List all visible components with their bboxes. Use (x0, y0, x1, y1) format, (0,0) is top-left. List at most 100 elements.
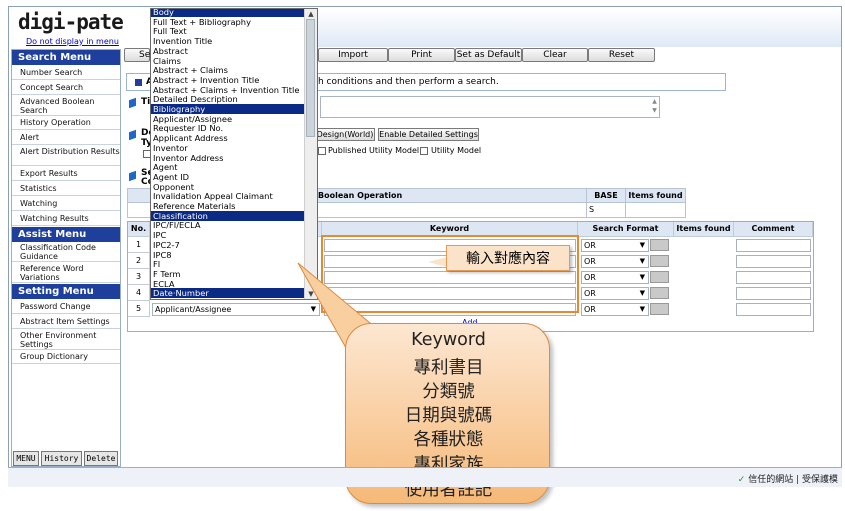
dropdown-option[interactable]: Body (151, 9, 306, 17)
dropdown-option[interactable]: FI (151, 259, 306, 269)
clear-button[interactable]: Clear (522, 48, 588, 62)
dropdown-option[interactable]: IPC8 (151, 250, 306, 260)
dropdown-option[interactable]: F Term (151, 269, 306, 279)
dropdown-option[interactable]: Agent ID (151, 172, 306, 182)
menu-button[interactable]: MENU (13, 451, 39, 466)
row-number: 3 (128, 269, 150, 285)
sidebar-item-alert[interactable]: Alert (12, 130, 120, 145)
operator-select[interactable]: OR ▼ (581, 239, 649, 252)
dropdown-option[interactable]: Abstract + Claims + Invention Title (151, 85, 306, 95)
sidebar-item-history-operation[interactable]: History Operation (12, 116, 120, 130)
dropdown-option[interactable]: Opponent (151, 182, 306, 192)
operator-select[interactable]: OR ▼ (581, 255, 649, 268)
hide-menu-link[interactable]: Do not display in menu (26, 37, 119, 46)
textarea-scroll-icon[interactable]: ▲ ▼ (650, 97, 659, 117)
format-option-button[interactable] (650, 239, 669, 251)
reset-button[interactable]: Reset (588, 48, 655, 62)
base-value[interactable]: S (586, 202, 626, 218)
scroll-up-icon[interactable]: ▲ (305, 9, 317, 19)
history-button[interactable]: History (41, 451, 82, 466)
dropdown-option[interactable]: Bibliography (151, 104, 306, 114)
sidebar-item-group-dictionary[interactable]: Group Dictionary (12, 350, 120, 364)
dropdown-option[interactable]: ECLA (151, 279, 306, 289)
comment-input[interactable] (736, 303, 811, 316)
input-hint-callout: 輸入對應內容 (446, 245, 570, 271)
dropdown-option[interactable]: Abstract (151, 46, 306, 56)
dropdown-option[interactable]: Invention Title (151, 36, 306, 46)
dropdown-option[interactable]: IPC2-7 (151, 240, 306, 250)
sidebar-item-number-search[interactable]: Number Search (12, 65, 120, 80)
sidebar-item-classification-code-guidance[interactable]: Classification Code Guidance (12, 242, 120, 262)
dropdown-option[interactable]: Inventor Address (151, 153, 306, 163)
comment-input[interactable] (736, 239, 811, 252)
dropdown-option[interactable]: Classification (151, 210, 306, 221)
dropdown-option[interactable]: Applicant/Assignee (151, 114, 306, 124)
format-option-button[interactable] (650, 271, 669, 283)
dropdown-option[interactable]: Inventor (151, 143, 306, 153)
published-utility-model-label: Published Utility Model (328, 146, 420, 155)
bubble-line: 專利書目 (413, 358, 484, 378)
dropdown-option[interactable]: Date·Number (151, 288, 306, 299)
utility-model-label: Utility Model (431, 146, 482, 155)
operator-value: OR (584, 289, 596, 298)
search-button[interactable]: Se (124, 48, 150, 62)
comment-input[interactable] (736, 287, 811, 300)
dropdown-option[interactable]: IPC (151, 230, 306, 240)
sidebar-item-concept-search[interactable]: Concept Search (12, 80, 120, 95)
sidebar-item-alert-distribution-results[interactable]: Alert Distribution Results (12, 145, 120, 166)
dropdown-option[interactable]: Full Text + Bibliography (151, 17, 306, 27)
dropdown-option[interactable]: Full Text (151, 26, 306, 36)
design-world-button[interactable]: Design(World) (315, 128, 375, 141)
info-square-icon (135, 79, 142, 86)
info-message: ch conditions and then perform a search. (313, 77, 499, 87)
items-found-header: Items found (625, 188, 686, 203)
callout-pointer (428, 257, 447, 267)
sidebar-item-abstract-item-settings[interactable]: Abstract Item Settings (12, 314, 120, 329)
format-option-button[interactable] (650, 255, 669, 267)
set-as-default-button[interactable]: Set as Default (455, 48, 522, 62)
sidebar-item-watching-results[interactable]: Watching Results (12, 211, 120, 226)
sidebar-item-statistics[interactable]: Statistics (12, 181, 120, 196)
delete-button[interactable]: Delete (84, 451, 118, 466)
title-textarea[interactable] (320, 96, 660, 118)
dropdown-option[interactable]: Reference Materials (151, 201, 306, 211)
format-option-button[interactable] (650, 287, 669, 299)
operator-select[interactable]: OR ▼ (581, 271, 649, 284)
dropdown-arrow-icon: ▼ (639, 289, 645, 297)
dropdown-option[interactable]: Detailed Description (151, 94, 306, 104)
print-button[interactable]: Print (388, 48, 455, 62)
dropdown-option[interactable]: Claims (151, 56, 306, 66)
status-text: 信任的網站 | 受保護模 (748, 475, 838, 485)
enable-detailed-settings-button[interactable]: Enable Detailed Settings (378, 128, 479, 141)
operator-value: OR (584, 273, 596, 282)
utility-model-checkbox[interactable] (420, 147, 428, 155)
operator-select[interactable]: OR ▼ (581, 303, 649, 316)
dropdown-option[interactable]: Applicant Address (151, 133, 306, 143)
sidebar-item-reference-word-variations[interactable]: Reference Word Variations (12, 262, 120, 283)
items-found-col-header: Items found (674, 222, 734, 237)
format-option-button[interactable] (650, 303, 669, 315)
dropdown-option[interactable]: Requester ID No. (151, 123, 306, 133)
sidebar-item-export-results[interactable]: Export Results (12, 166, 120, 181)
operator-select[interactable]: OR ▼ (581, 287, 649, 300)
dropdown-option[interactable]: Invalidation Appeal Claimant (151, 191, 306, 201)
sidebar-item-password-change[interactable]: Password Change (12, 299, 120, 314)
bubble-line: 各種狀態 (413, 430, 484, 450)
dropdown-option[interactable]: Agent (151, 162, 306, 172)
dropdown-option[interactable]: IPC/FI/ECLA (151, 220, 306, 230)
sidebar-item-watching[interactable]: Watching (12, 196, 120, 211)
setting-menu-title: Setting Menu (12, 284, 120, 299)
sidebar-item-other-environment-settings[interactable]: Other Environment Settings (12, 329, 120, 350)
dropdown-arrow-icon: ▼ (639, 273, 645, 281)
title-label: Ti (141, 97, 151, 107)
header-band (312, 9, 841, 47)
scroll-thumb[interactable] (306, 19, 315, 137)
import-button[interactable]: Import (318, 48, 388, 62)
published-utility-model-checkbox[interactable] (318, 147, 326, 155)
row-number: 2 (128, 253, 150, 269)
comment-input[interactable] (736, 271, 811, 284)
sidebar-item-advanced-boolean-search[interactable]: Advanced Boolean Search (12, 95, 120, 116)
dropdown-option[interactable]: Abstract + Claims (151, 65, 306, 75)
dropdown-option[interactable]: Abstract + Invention Title (151, 75, 306, 85)
comment-input[interactable] (736, 255, 811, 268)
